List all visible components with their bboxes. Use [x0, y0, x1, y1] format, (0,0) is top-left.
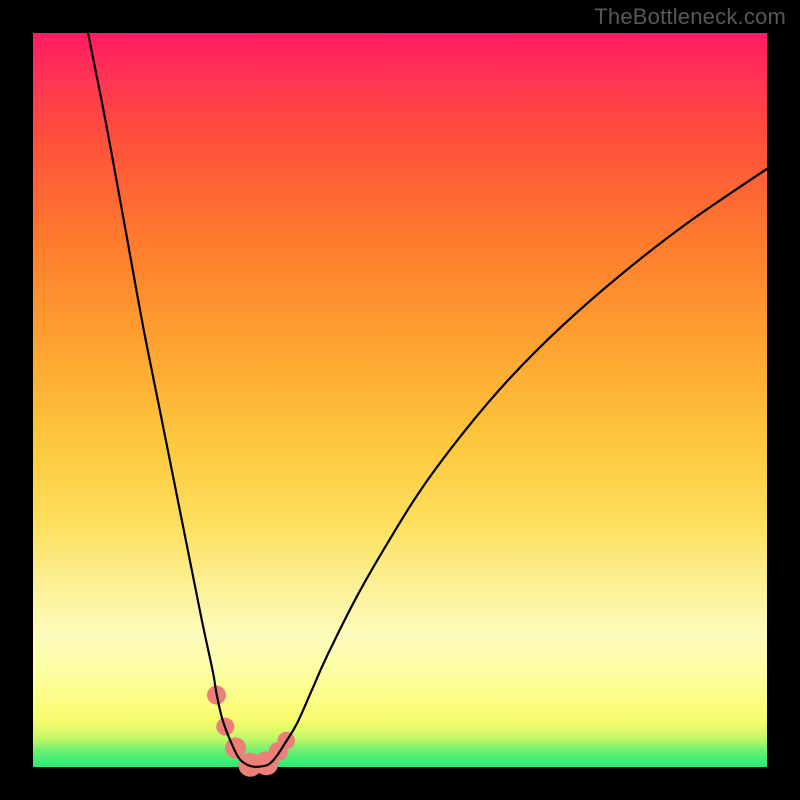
curve-svg [33, 33, 767, 767]
chart-frame: TheBottleneck.com [0, 0, 800, 800]
plot-area [33, 33, 767, 767]
highlight-marker [225, 737, 246, 758]
curve-left-branch [88, 33, 255, 767]
watermark-text: TheBottleneck.com [594, 4, 786, 30]
marker-group [207, 686, 295, 777]
curve-right-branch [255, 169, 767, 767]
